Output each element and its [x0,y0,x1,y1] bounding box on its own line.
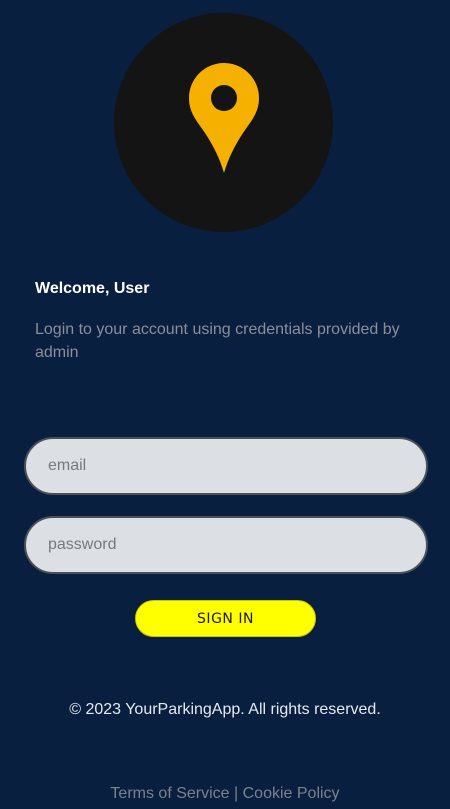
copyright-text: © 2023 YourParkingApp. All rights reserv… [69,701,381,718]
login-instructions: Login to your account using credentials … [35,321,400,361]
terms-of-service-link[interactable]: Terms of Service [110,785,229,802]
email-field[interactable] [24,437,428,495]
cookie-policy-link[interactable]: Cookie Policy [243,785,340,802]
footer-links: Terms of Service | Cookie Policy [0,784,450,804]
map-pin-icon [189,63,259,173]
welcome-heading: Welcome, User [35,280,150,297]
password-field[interactable] [24,516,428,574]
footer-separator: | [234,785,239,802]
sign-in-button[interactable]: SIGN IN [135,600,316,637]
app-logo [114,13,333,232]
